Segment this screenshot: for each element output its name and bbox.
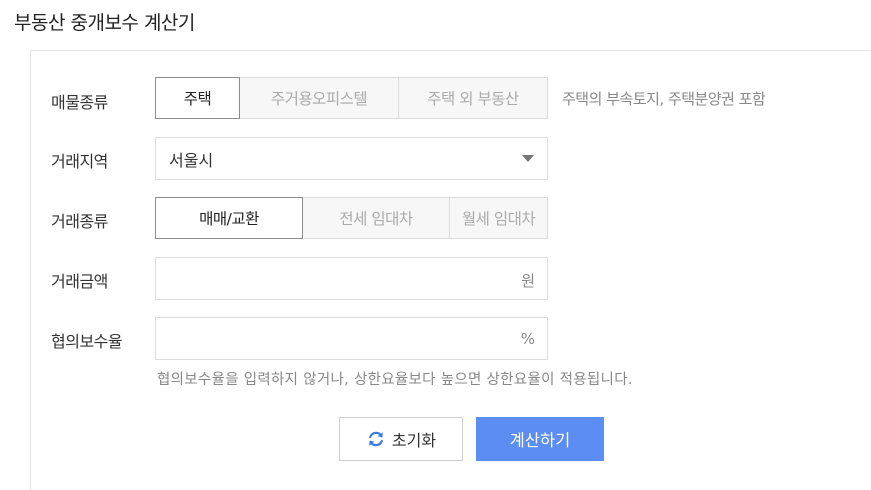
transaction-type-label: 거래종류	[51, 212, 108, 231]
property-type-label: 매물종류	[51, 93, 108, 112]
property-type-option-other[interactable]: 주택 외 부동산	[398, 77, 548, 119]
transaction-type-option-jeonse[interactable]: 전세 임대차	[302, 197, 450, 239]
chevron-down-icon	[522, 155, 534, 162]
page-title: 부동산 중개보수 계산기	[14, 12, 195, 34]
property-type-option-officetel[interactable]: 주거용오피스텔	[239, 77, 399, 119]
reset-button-label: 초기화	[391, 431, 437, 450]
refresh-icon	[366, 429, 386, 449]
region-select-value: 서울시	[169, 150, 214, 170]
property-type-selector: 주택 주거용오피스텔 주택 외 부동산	[155, 77, 548, 119]
property-type-note: 주택의 부속토지, 주택분양권 포함	[562, 90, 766, 108]
transaction-type-option-monthly[interactable]: 월세 임대차	[449, 197, 548, 239]
transaction-type-selector: 매매/교환 전세 임대차 월세 임대차	[155, 197, 548, 239]
property-type-option-house[interactable]: 주택	[155, 77, 240, 119]
calculate-button[interactable]: 계산하기	[476, 417, 604, 461]
amount-label: 거래금액	[51, 272, 108, 291]
amount-input[interactable]: 원	[155, 257, 548, 300]
transaction-type-option-sale[interactable]: 매매/교환	[155, 197, 303, 239]
rate-hint: 협의보수율을 입력하지 않거나, 상한요율보다 높으면 상한요율이 적용됩니다.	[157, 372, 633, 388]
rate-unit: %	[520, 330, 535, 348]
rate-input[interactable]: %	[155, 317, 548, 360]
reset-button[interactable]: 초기화	[339, 417, 463, 461]
amount-unit: 원	[521, 272, 535, 290]
rate-label: 협의보수율	[51, 332, 123, 351]
region-select[interactable]: 서울시	[155, 137, 548, 180]
region-label: 거래지역	[51, 152, 108, 171]
